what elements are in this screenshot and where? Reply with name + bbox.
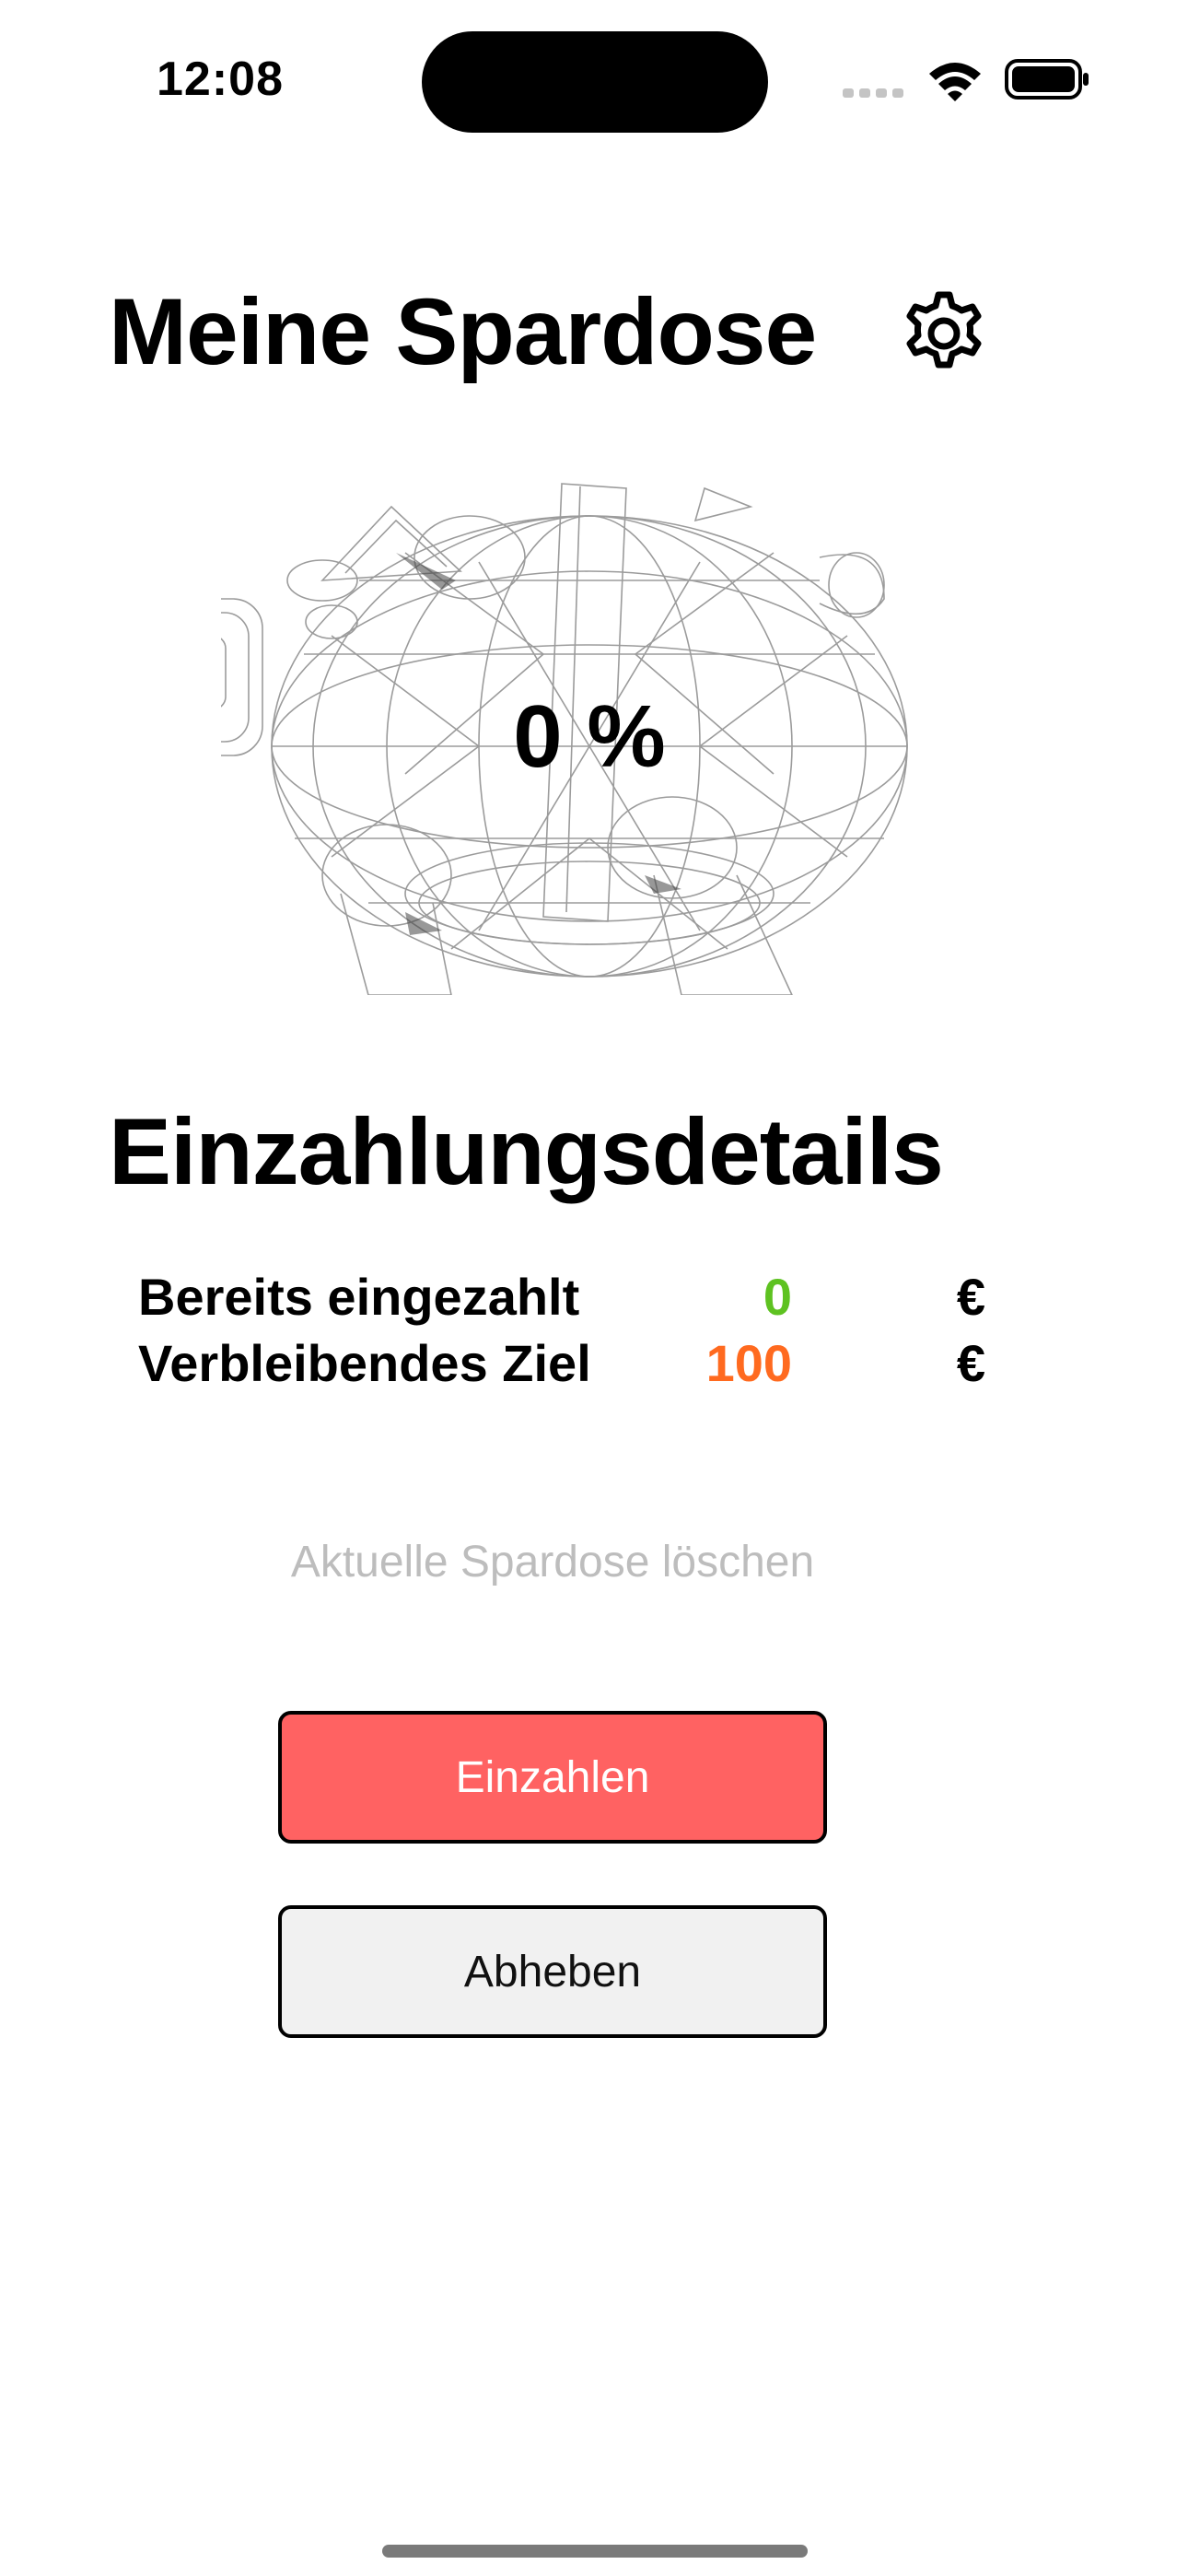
- remaining-goal-row: Verbleibendes Ziel 100 €: [138, 1333, 985, 1398]
- deposit-button[interactable]: Einzahlen: [278, 1711, 827, 1844]
- dynamic-island: [422, 31, 768, 133]
- section-title: Einzahlungsdetails: [109, 1099, 944, 1204]
- remaining-goal-value: 100: [705, 1334, 792, 1392]
- deposited-row: Bereits eingezahlt 0 €: [138, 1267, 985, 1331]
- delete-piggy-bank-button[interactable]: Aktuelle Spardose löschen: [184, 1537, 921, 1587]
- page-title: Meine Spardose: [109, 279, 817, 384]
- status-icons: [843, 59, 1089, 101]
- signal-icon: [843, 88, 903, 98]
- savings-percent: 0 %: [513, 687, 666, 786]
- remaining-goal-currency: €: [956, 1334, 985, 1392]
- settings-button[interactable]: [898, 287, 990, 380]
- deposited-label: Bereits eingezahlt: [138, 1268, 580, 1326]
- withdraw-button[interactable]: Abheben: [278, 1905, 827, 2038]
- battery-icon: [1005, 59, 1089, 100]
- status-time: 12:08: [157, 53, 284, 106]
- remaining-goal-label: Verbleibendes Ziel: [138, 1334, 591, 1392]
- gear-icon: [906, 291, 982, 369]
- wifi-icon: [929, 63, 981, 101]
- deposited-currency: €: [956, 1268, 985, 1326]
- deposited-value: 0: [763, 1268, 792, 1326]
- status-bar: 12:08: [0, 0, 1188, 157]
- home-indicator[interactable]: [382, 2545, 808, 2558]
